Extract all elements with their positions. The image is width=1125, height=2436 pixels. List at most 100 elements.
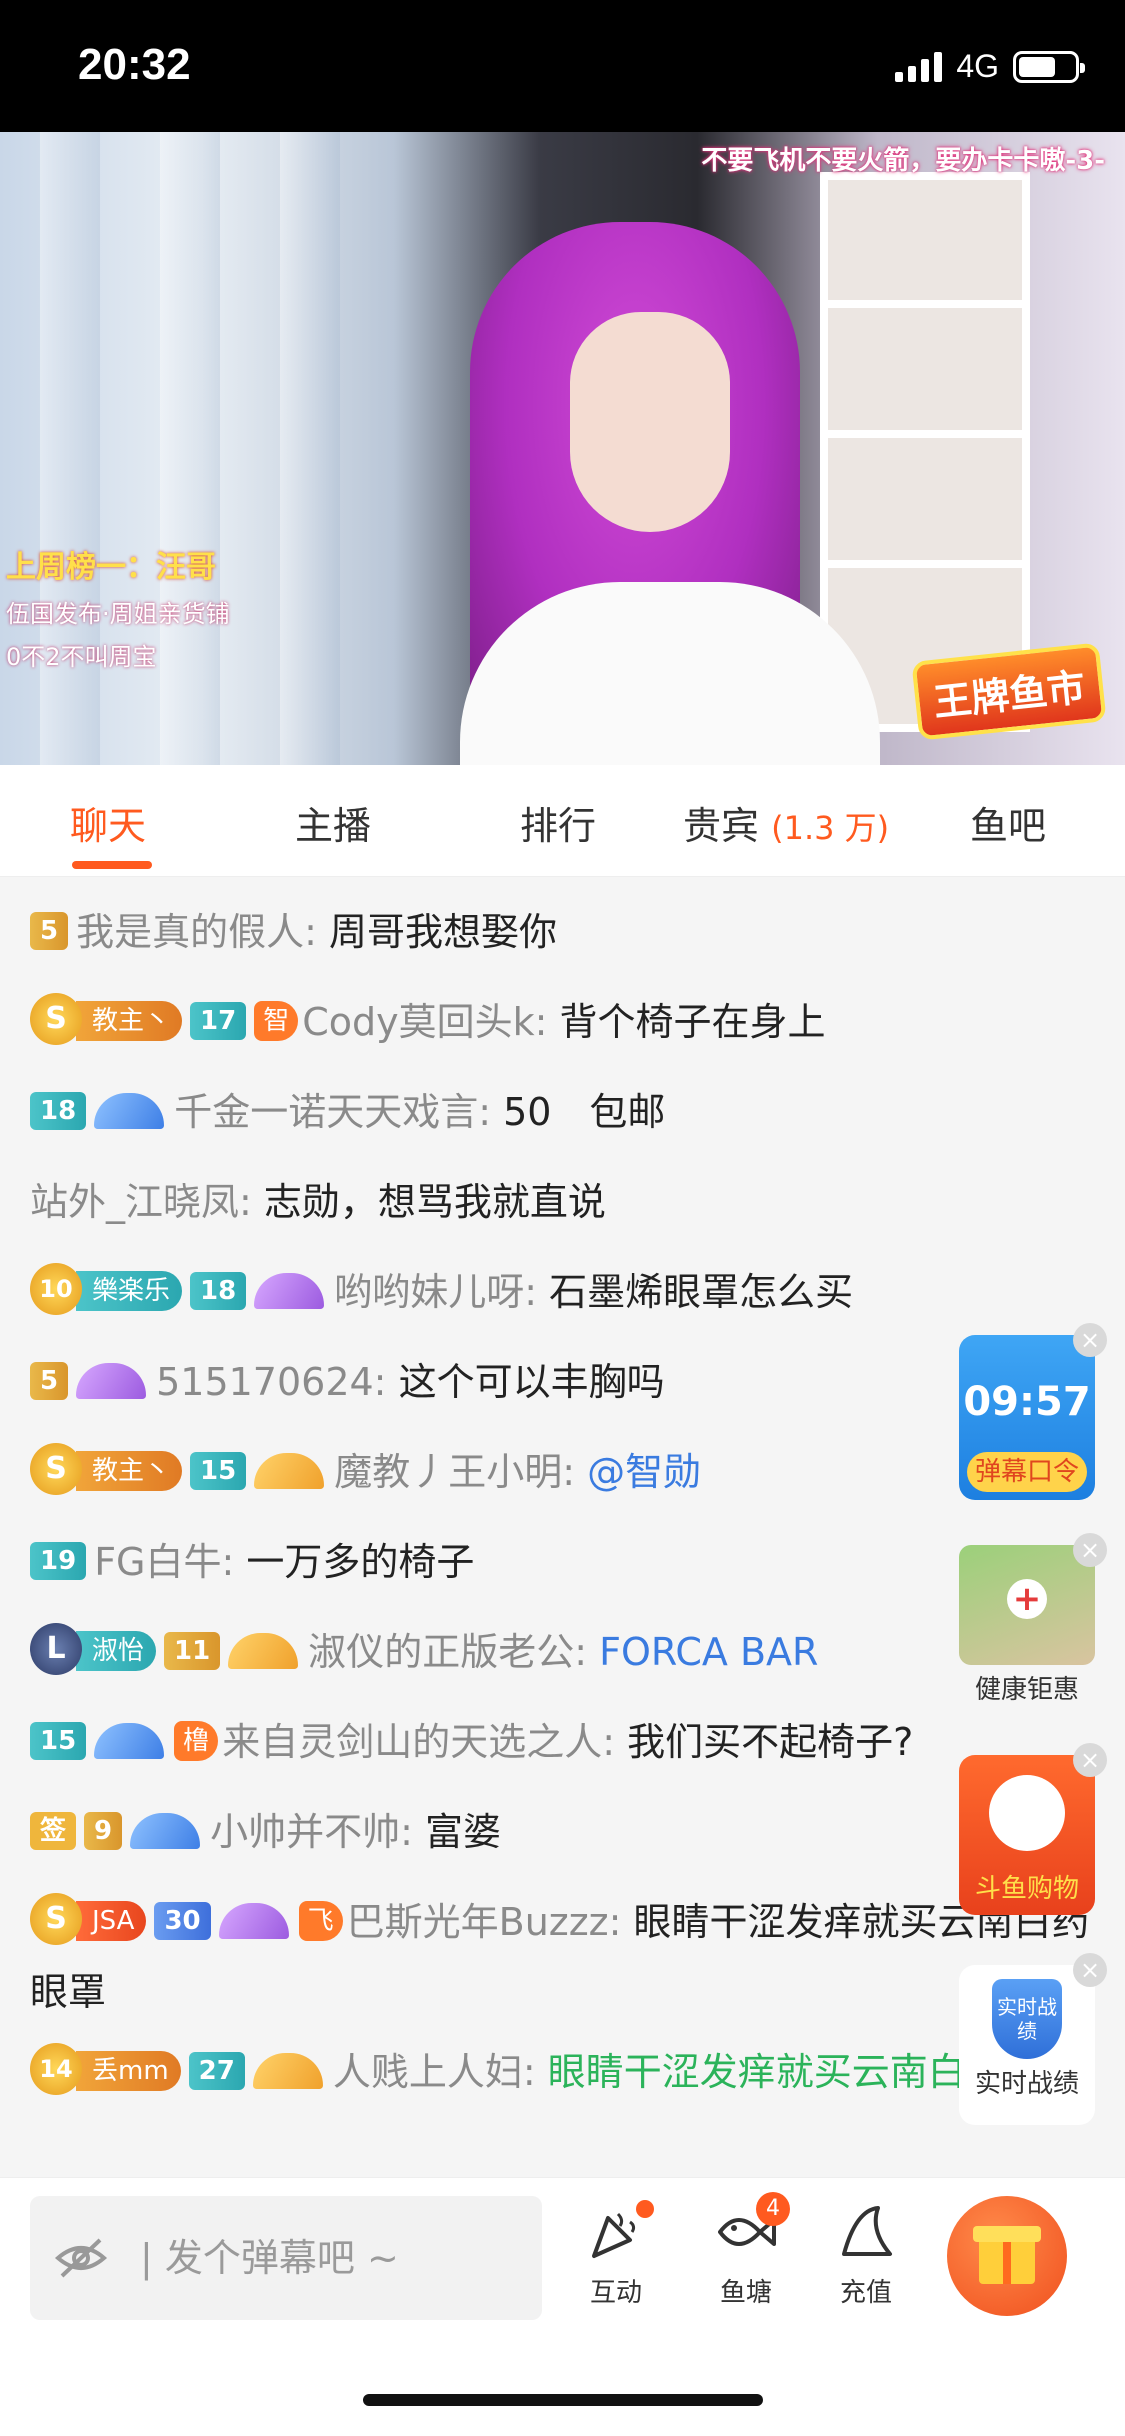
mascot-icon — [989, 1775, 1065, 1851]
tab-anchor[interactable]: 主播 — [295, 795, 371, 850]
close-icon[interactable]: × — [1073, 1953, 1107, 1987]
tab-chat[interactable]: 聊天 — [70, 795, 146, 850]
chat-list[interactable]: 5 我是真的假人: 周哥我想娶你 S 教主丶 17 智 Cody莫回头k: 背个椅子在身上… — [0, 877, 1125, 2177]
douyu-shop-card[interactable]: 斗鱼购物 × — [959, 1743, 1107, 1915]
gift-button[interactable] — [947, 2196, 1067, 2316]
network-label: 4G — [956, 48, 999, 84]
close-icon[interactable]: × — [1073, 1323, 1107, 1357]
chat-message: S JSA 30 飞巴斯光年Buzzz: 眼睛干涩发痒就买云南白药眼罩 — [30, 1887, 1090, 2027]
live-stats-label: 实时战绩 — [974, 2069, 1079, 2099]
wing-icon — [254, 1452, 325, 1489]
status-indicators: 4G — [895, 48, 1085, 85]
live-video[interactable]: 不要飞机不要火箭，要办卡卡嗷-3- 上周榜一：汪哥 伍国发布·周姐亲货铺 0不2… — [0, 132, 1125, 765]
chat-username[interactable]: 小帅并不帅: — [210, 1810, 413, 1854]
video-marquee: 不要飞机不要火箭，要办卡卡嗷-3- — [701, 146, 1105, 176]
interact-label: 互动 — [589, 2278, 642, 2308]
chat-username[interactable]: 我是真的假人: — [76, 910, 317, 954]
overlay-line: 伍国发布·周姐亲货铺 — [6, 600, 230, 628]
chat-username[interactable]: 人贱上人妇: — [333, 2050, 536, 2094]
level-badge: 9 — [84, 1811, 123, 1850]
home-indicator[interactable] — [363, 2394, 763, 2406]
chat-text: @智勋 — [575, 1450, 702, 1494]
chat-message: 10 樂楽乐 18 哟哟妹儿呀: 石墨烯眼罩怎么买 — [30, 1257, 1100, 1327]
overlay-line: 0不2不叫周宝 — [6, 643, 157, 671]
barrage-code-label: 弹幕口令 — [967, 1452, 1087, 1492]
fishpond-label: 鱼塘 — [719, 2278, 772, 2308]
recharge-button[interactable]: 充值 — [816, 2200, 916, 2309]
chat-message: 14 丢mm 27 人贱上人妇: 眼睛干涩发痒就买云南白药眼罩 — [30, 2037, 1090, 2107]
tab-fishbar[interactable]: 鱼吧 — [970, 795, 1046, 850]
fan-crown-icon: L — [30, 1622, 82, 1675]
first-aid-icon — [959, 1545, 1095, 1665]
tab-vip[interactable]: 贵宾 (1.3 万) — [683, 795, 889, 850]
fin-icon — [842, 2206, 892, 2256]
chat-message: L 淑怡 11 淑仪的正版老公: FORCA BAR — [30, 1617, 1100, 1687]
chat-username[interactable]: Cody莫回头k: — [302, 1000, 547, 1044]
chat-text: 富婆 — [412, 1810, 502, 1854]
tab-underline — [72, 861, 152, 869]
level-badge: 18 — [190, 1271, 247, 1310]
chat-message: 站外_江晓凤: 志勋，想骂我就直说 — [30, 1167, 1100, 1237]
chat-message: 5 我是真的假人: 周哥我想娶你 — [30, 897, 1100, 967]
notification-dot — [636, 2200, 654, 2218]
chat-message: 15 橹来自灵剑山的天选之人: 我们买不起椅子? — [30, 1707, 1100, 1777]
tab-bar: 聊天 主播 排行 贵宾 (1.3 万) 鱼吧 — [0, 765, 1125, 877]
battery-icon — [1013, 50, 1085, 83]
fan-badge: 樂楽乐 — [76, 1270, 183, 1311]
chat-text: 我们买不起椅子? — [615, 1720, 914, 1764]
interact-button[interactable]: 互动 — [566, 2200, 666, 2309]
gift-icon — [979, 2236, 1035, 2284]
level-badge: 17 — [190, 1001, 247, 1040]
health-promo-label: 健康钜惠 — [974, 1675, 1079, 1705]
status-time: 20:32 — [78, 40, 191, 89]
fan-badge: 丢mm — [76, 2050, 181, 2091]
fishpond-button[interactable]: 4 鱼塘 — [696, 2192, 796, 2309]
fan-crown-icon: 14 — [30, 2042, 82, 2095]
tab-vip-count: (1.3 万) — [771, 809, 890, 847]
fan-badge: 教主丶 — [76, 1000, 183, 1041]
chat-message: 19 FG白牛: 一万多的椅子 — [30, 1527, 1100, 1597]
close-icon[interactable]: × — [1073, 1533, 1107, 1567]
chat-username[interactable]: 魔教丿王小明: — [334, 1450, 575, 1494]
fan-crown-icon: S — [30, 992, 82, 1045]
chat-message: 签 9 小帅并不帅: 富婆 — [30, 1797, 1100, 1867]
noble-badge: 橹 — [174, 1720, 219, 1761]
chat-text: 一万多的椅子 — [234, 1540, 475, 1584]
fan-crown-icon: S — [30, 1892, 82, 1945]
wing-icon — [218, 1902, 289, 1939]
level-badge: 30 — [154, 1901, 211, 1940]
level-badge: 18 — [30, 1091, 87, 1130]
tab-vip-label: 贵宾 — [683, 804, 760, 848]
chat-username[interactable]: 巴斯光年Buzzz: — [347, 1900, 622, 1944]
chat-username[interactable]: FG白牛: — [94, 1540, 234, 1584]
wing-icon — [228, 1632, 299, 1669]
tab-rank[interactable]: 排行 — [520, 795, 596, 850]
streamer — [430, 222, 910, 765]
chat-text: 50 包邮 — [491, 1090, 666, 1134]
noble-badge: 智 — [254, 1000, 299, 1041]
video-overlay-text: 上周榜一：汪哥 伍国发布·周姐亲货铺 0不2不叫周宝 — [6, 542, 426, 680]
chat-username[interactable]: 千金一诺天天戏言: — [174, 1090, 491, 1134]
wing-icon — [76, 1362, 147, 1399]
live-stats-card[interactable]: 实时战绩 实时战绩 × — [959, 1953, 1107, 2125]
chat-username[interactable]: 来自灵剑山的天选之人: — [222, 1720, 615, 1764]
level-badge: 15 — [30, 1721, 87, 1760]
chat-username[interactable]: 哟哟妹儿呀: — [334, 1270, 537, 1314]
chat-text: 志勋，想骂我就直说 — [251, 1180, 606, 1224]
health-promo-card[interactable]: 健康钜惠 × — [959, 1533, 1107, 1705]
fan-crown-icon: S — [30, 1442, 82, 1495]
fan-badge: JSA — [76, 1900, 147, 1941]
chat-username[interactable]: 515170624: — [156, 1360, 386, 1404]
level-badge: 5 — [30, 1361, 69, 1400]
barrage-code-card[interactable]: 09:57 弹幕口令 × — [959, 1323, 1107, 1500]
chat-text: 背个椅子在身上 — [547, 1000, 826, 1044]
wing-icon — [94, 1722, 165, 1759]
eye-off-icon[interactable] — [54, 2236, 108, 2280]
close-icon[interactable]: × — [1073, 1743, 1107, 1777]
fan-badge: 淑怡 — [76, 1630, 157, 1671]
chat-username[interactable]: 淑仪的正版老公: — [308, 1630, 587, 1674]
sign-badge: 签 — [30, 1811, 77, 1850]
status-bar: 20:32 4G — [0, 0, 1125, 132]
douyu-shop-label: 斗鱼购物 — [974, 1874, 1079, 1904]
chat-username[interactable]: 站外_江晓凤: — [30, 1180, 252, 1224]
